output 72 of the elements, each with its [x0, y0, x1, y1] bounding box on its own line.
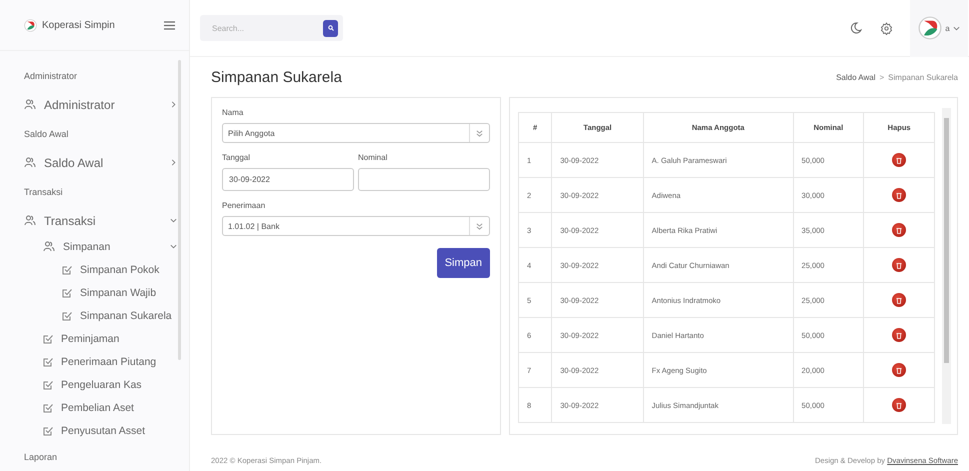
sidebar-item[interactable]: Transaksi [24, 206, 189, 235]
delete-button[interactable] [892, 398, 906, 412]
trash-icon [896, 402, 902, 408]
users-icon [43, 241, 55, 252]
page-title: Simpanan Sukarela [211, 68, 342, 86]
trash-icon [896, 262, 902, 268]
sidebar-item[interactable]: Pembelian Aset [24, 396, 189, 419]
delete-button[interactable] [892, 328, 906, 342]
delete-button[interactable] [892, 363, 906, 377]
sidebar-item[interactable]: Administrator [24, 90, 189, 119]
sidebar-item[interactable]: Saldo Awal [24, 148, 189, 177]
edit-check-icon [43, 426, 53, 436]
edit-check-icon [43, 402, 53, 412]
search-field[interactable]: Search... [210, 22, 323, 34]
sidebar-item[interactable]: Simpanan Sukarela [24, 304, 189, 327]
search-bar[interactable]: Search... [200, 15, 343, 41]
sidebar-item[interactable]: Penerimaan Piutang [24, 350, 189, 373]
save-button[interactable]: Simpan [436, 248, 490, 278]
amount-field[interactable] [358, 168, 490, 191]
logo-icon [918, 16, 942, 40]
delete-button[interactable] [892, 153, 906, 167]
sidebar-item[interactable]: Penyusutan Asset [24, 419, 189, 442]
edit-check-icon [43, 380, 53, 390]
edit-check-icon [62, 288, 72, 298]
menu-icon[interactable] [164, 20, 175, 30]
double-chevron-icon [476, 222, 483, 230]
search-icon [328, 25, 334, 31]
user-menu[interactable]: a [910, 0, 968, 56]
double-chevron-icon [476, 130, 483, 136]
edit-check-icon [62, 310, 72, 320]
delete-button[interactable] [892, 258, 906, 272]
users-icon [24, 157, 36, 168]
settings-icon[interactable] [880, 22, 893, 34]
account-select[interactable]: 1.01.02 | Bank [222, 216, 490, 236]
trash-icon [896, 296, 902, 304]
edit-check-icon [43, 356, 53, 366]
sidebar-item[interactable]: Simpanan Pokok [24, 258, 189, 281]
moon-icon[interactable] [850, 22, 862, 34]
logo-icon [24, 18, 37, 32]
delete-button[interactable] [892, 188, 906, 202]
brand-name: Koperasi Simpin [42, 20, 116, 30]
delete-button[interactable] [892, 293, 906, 307]
trash-icon [896, 366, 902, 374]
edit-check-icon [43, 334, 53, 344]
field-label: Nominal [358, 153, 388, 162]
date-field[interactable]: 30-09-2022 [222, 168, 354, 191]
trash-icon [896, 332, 902, 338]
users-icon [24, 99, 36, 110]
trash-icon [896, 156, 902, 164]
breadcrumb-separator: > [880, 72, 884, 82]
sidebar-section-title: Saldo Awal [24, 128, 70, 140]
sidebar-section-title: Laporan [24, 450, 58, 464]
member-select[interactable]: Pilih Anggota [222, 123, 490, 143]
breadcrumb-link[interactable]: Saldo Awal [836, 72, 876, 82]
breadcrumb-link[interactable]: Simpanan Sukarela [888, 72, 958, 82]
users-icon [24, 215, 36, 226]
field-label: Nama [222, 108, 244, 117]
sidebar-item[interactable]: Simpanan [24, 235, 189, 258]
field-label: Penerimaan [222, 201, 266, 210]
sidebar-section-title: Transaksi [24, 186, 64, 198]
scrollbar[interactable] [942, 108, 951, 424]
field-label: Tanggal [222, 153, 252, 162]
chevron-down-icon [952, 24, 960, 32]
delete-button[interactable] [892, 223, 906, 237]
sidebar-item[interactable]: Peminjaman [24, 327, 189, 350]
search-button[interactable] [323, 20, 338, 36]
sidebar-item[interactable]: Pengeluaran Kas [24, 373, 189, 396]
edit-check-icon [62, 264, 72, 274]
sidebar-item[interactable]: Simpanan Wajib [24, 281, 189, 304]
sidebar-section-title: Administrator [24, 70, 78, 82]
trash-icon [896, 192, 902, 198]
trash-icon [896, 226, 902, 234]
